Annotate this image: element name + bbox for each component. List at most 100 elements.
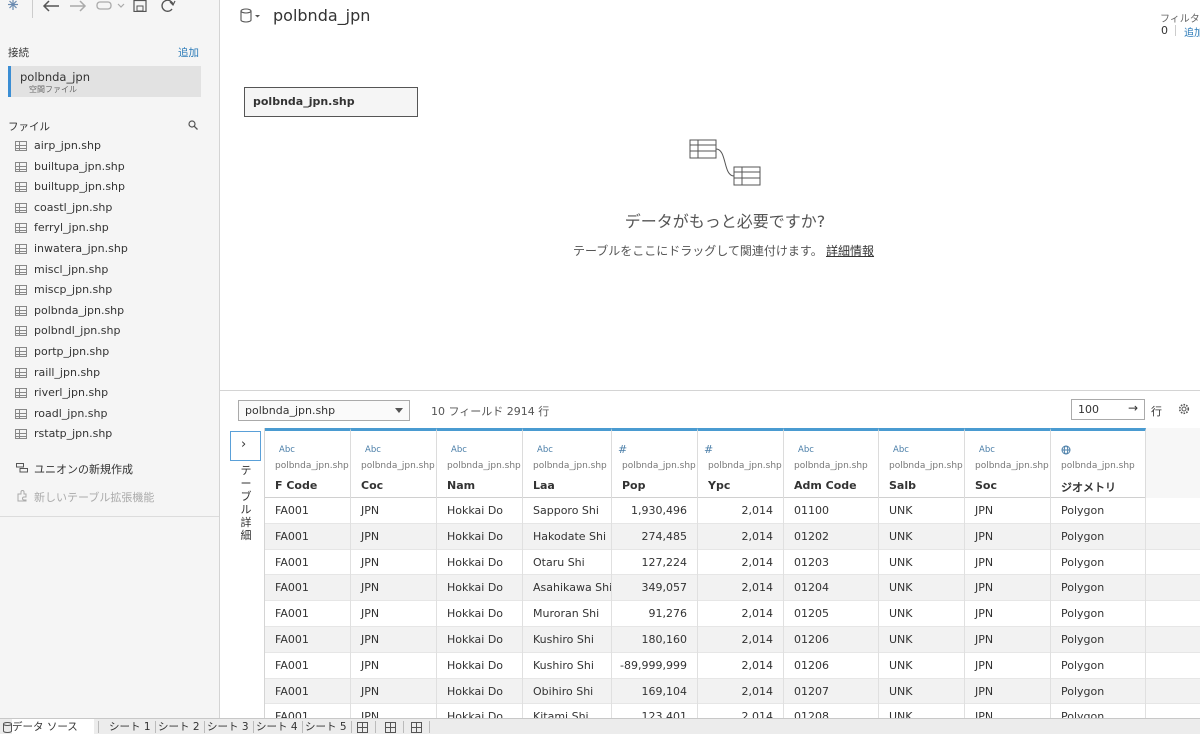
union-icon [16,463,28,473]
tab-sheet[interactable]: シート 2 [158,719,200,734]
need-more-data-heading: データがもっと必要ですか? [624,212,826,231]
table-select-dropdown[interactable]: polbnda_jpn.shp [238,400,410,421]
file-item[interactable]: polbndl_jpn.shp [0,322,219,343]
table-row: FA001 JPN Hokkai Do Muroran Shi 91,276 2,014 0… [265,601,1200,627]
file-item[interactable]: miscl_jpn.shp [0,261,219,282]
file-item[interactable]: builtupa_jpn.shp [0,158,219,179]
new-story-icon[interactable] [411,722,422,733]
connection-item[interactable]: polbnda_jpn 空間ファイル [8,66,201,97]
table-cell: Polygon [1051,652,1146,679]
table-icon [15,346,27,357]
table-cell: Polygon [1051,549,1146,576]
file-item[interactable]: raill_jpn.shp [0,364,219,385]
data-grid: Abc polbnda_jpn.shp F Code Abc polbnda_jpn.s… [265,428,1200,718]
refresh-icon[interactable] [160,0,176,12]
tab-sheet[interactable]: シート 4 [256,719,298,734]
table-icon [15,367,27,378]
forward-arrow-icon[interactable] [69,0,87,12]
expand-details-button[interactable]: › [230,431,261,461]
column-name: F Code [275,479,318,492]
new-union-item[interactable]: ユニオンの新規作成 [0,459,219,479]
column-header[interactable]: Abc polbnda_jpn.shp Coc [351,428,437,498]
table-cell: Hokkai Do [437,549,523,576]
table-cell: Obihiro Shi [523,678,612,705]
table-cell: 2,014 [698,704,784,718]
table-row: FA001 JPN Hokkai Do Kushiro Shi 180,160 2,014… [265,627,1200,653]
table-cell: 01207 [784,678,879,705]
tab-sheet[interactable]: シート 1 [109,719,151,734]
file-item[interactable]: inwatera_jpn.shp [0,240,219,261]
tableau-logo-icon[interactable] [6,0,20,11]
filters-add-link[interactable]: 追加 [1184,24,1200,39]
table-icon [15,202,27,213]
column-header[interactable]: polbnda_jpn.shp ジオメトリ [1051,428,1146,498]
file-item[interactable]: coastl_jpn.shp [0,199,219,220]
refresh-options-icon[interactable] [96,0,126,12]
tab-separator [351,721,352,733]
rows-count-input[interactable]: 100 → [1071,399,1145,420]
table-cell: Otaru Shi [523,549,612,576]
column-header[interactable]: Abc polbnda_jpn.shp Adm Code [784,428,879,498]
save-icon[interactable] [133,0,147,12]
tab-sheet[interactable]: シート 5 [305,719,347,734]
back-arrow-icon[interactable] [42,0,60,12]
canvas-table-tile[interactable]: polbnda_jpn.shp [244,87,418,117]
file-item[interactable]: riverl_jpn.shp [0,384,219,405]
file-item[interactable]: builtupp_jpn.shp [0,178,219,199]
table-cell: UNK [879,652,965,679]
table-cell: 1,930,496 [612,498,698,524]
table-cell: 01204 [784,575,879,602]
new-worksheet-icon[interactable] [357,722,368,733]
apply-arrow-icon[interactable]: → [1128,401,1138,415]
geometry-type-icon[interactable] [1061,445,1071,455]
new-table-extension-item[interactable]: 新しいテーブル拡張機能 [0,487,219,507]
rows-count-value: 100 [1078,403,1099,416]
table-cell: 01206 [784,627,879,653]
file-item[interactable]: airp_jpn.shp [0,137,219,158]
table-cell: JPN [351,549,437,576]
datasource-title[interactable]: polbnda_jpn [273,6,370,25]
add-connection-link[interactable]: 追加 [178,45,199,60]
file-item[interactable]: portp_jpn.shp [0,343,219,364]
column-header[interactable]: Abc polbnda_jpn.shp F Code [265,428,351,498]
column-source: polbnda_jpn.shp [1061,461,1135,471]
column-source: polbnda_jpn.shp [708,461,782,471]
file-item[interactable]: miscp_jpn.shp [0,281,219,302]
column-source: polbnda_jpn.shp [622,461,696,471]
number-type-icon[interactable]: # [618,443,627,456]
column-header[interactable]: # polbnda_jpn.shp Pop [612,428,698,498]
table-cell: Hokkai Do [437,678,523,705]
column-header[interactable]: Abc polbnda_jpn.shp Laa [523,428,612,498]
file-item[interactable]: polbnda_jpn.shp [0,302,219,323]
file-item[interactable]: rstatp_jpn.shp [0,425,219,446]
string-type-icon[interactable]: Abc [451,445,467,455]
tab-sheet[interactable]: シート 3 [207,719,249,734]
string-type-icon[interactable]: Abc [798,445,814,455]
new-dashboard-icon[interactable] [385,722,396,733]
column-header[interactable]: Abc polbnda_jpn.shp Soc [965,428,1051,498]
file-item[interactable]: ferryl_jpn.shp [0,219,219,240]
table-cell: JPN [965,601,1051,627]
string-type-icon[interactable]: Abc [979,445,995,455]
number-type-icon[interactable]: # [704,443,713,456]
gear-icon[interactable] [1178,403,1190,415]
string-type-icon[interactable]: Abc [537,445,553,455]
table-icon [15,285,27,296]
column-header[interactable]: Abc polbnda_jpn.shp Nam [437,428,523,498]
datasource-cylinder-icon[interactable] [240,8,262,24]
string-type-icon[interactable]: Abc [365,445,381,455]
column-header[interactable]: # polbnda_jpn.shp Ypc [698,428,784,498]
file-label: roadl_jpn.shp [34,406,108,420]
search-icon[interactable] [188,120,198,130]
tab-separator [155,721,156,733]
column-header[interactable]: Abc polbnda_jpn.shp Salb [879,428,965,498]
string-type-icon[interactable]: Abc [893,445,909,455]
table-cell: JPN [351,652,437,679]
string-type-icon[interactable]: Abc [279,445,295,455]
filters-label: フィルター [1160,14,1200,25]
learn-more-link[interactable]: 詳細情報 [826,242,874,259]
file-item[interactable]: roadl_jpn.shp [0,405,219,426]
tab-separator [302,721,303,733]
column-name: Coc [361,479,384,492]
tab-data-source[interactable]: データ ソース [12,719,94,734]
